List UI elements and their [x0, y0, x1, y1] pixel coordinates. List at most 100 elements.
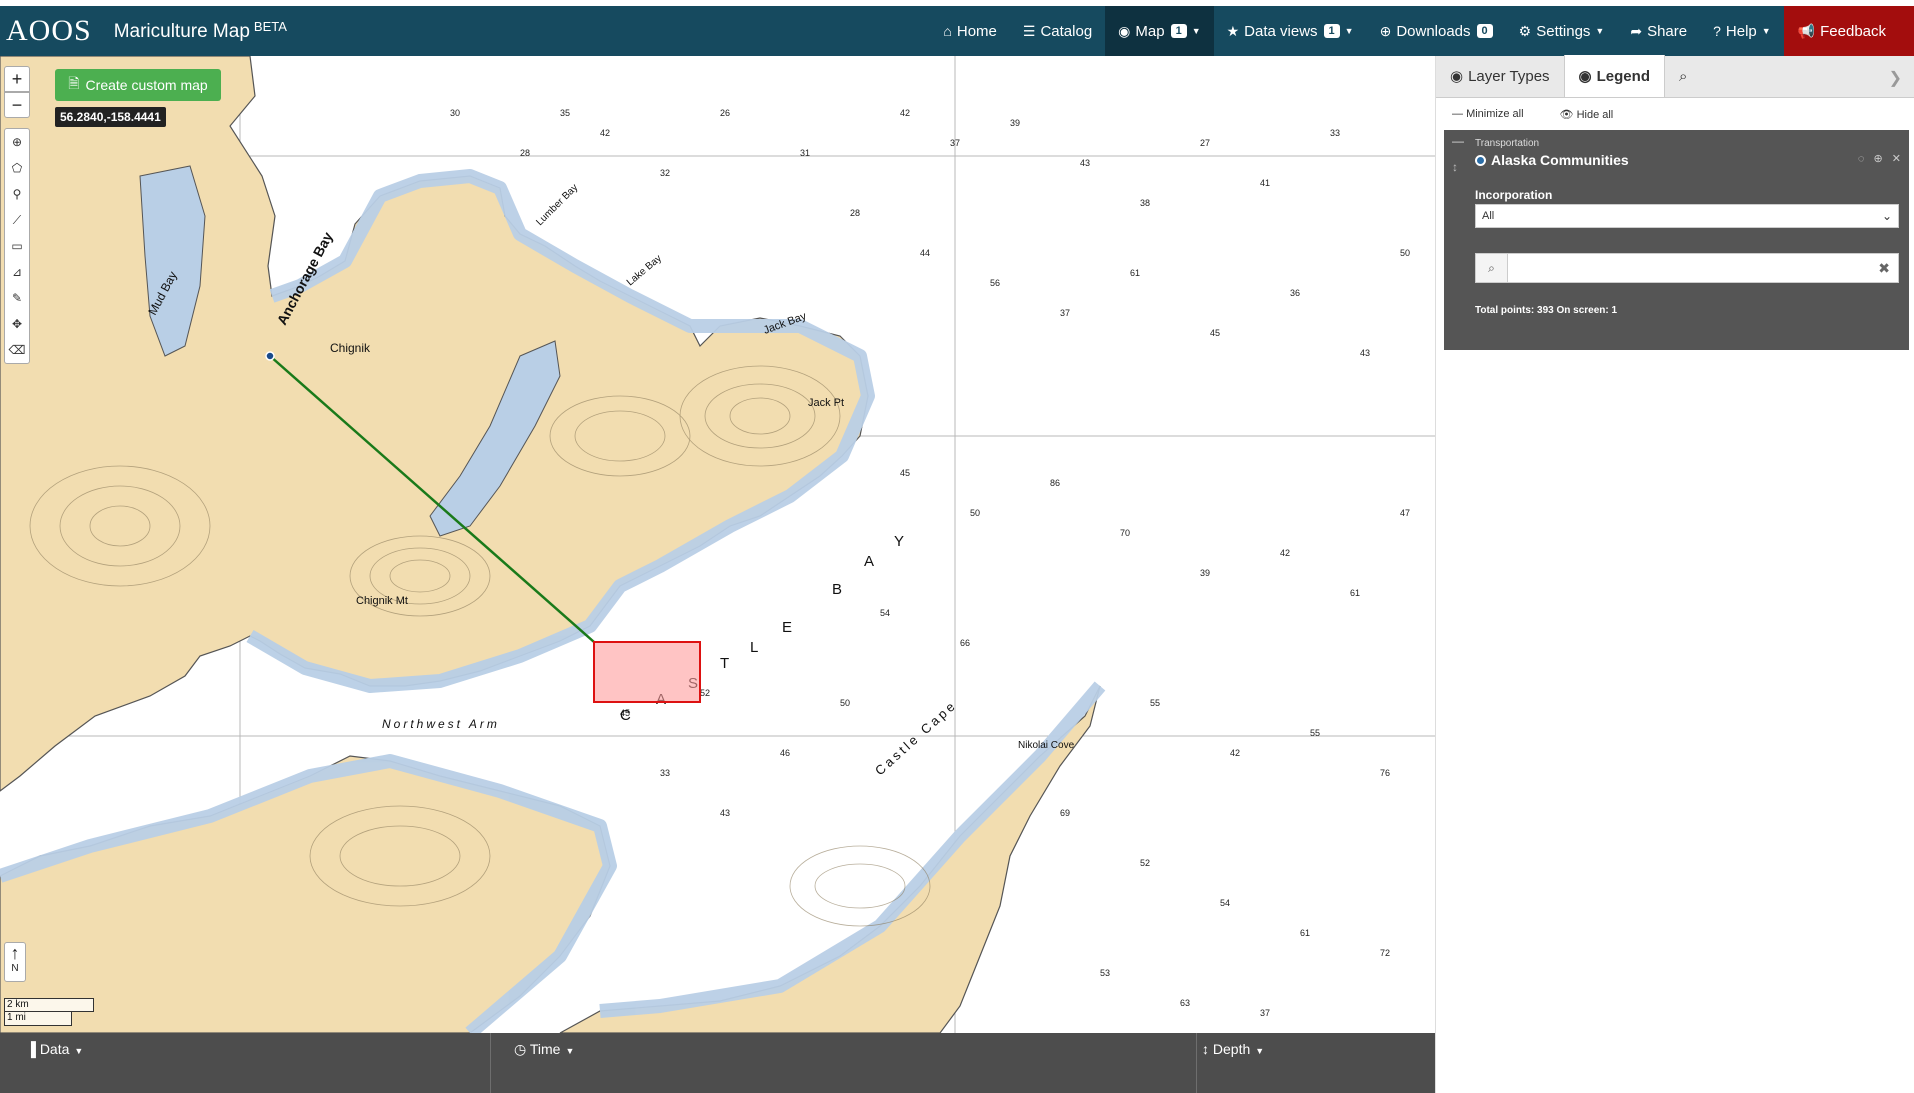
zoom-to-layer-icon[interactable]: ⊕ [1874, 153, 1883, 165]
svg-text:42: 42 [1280, 548, 1290, 558]
svg-text:45: 45 [900, 468, 910, 478]
depth-dropdown[interactable]: ↕ Depth ▼ [1202, 1041, 1264, 1057]
layer-search-input[interactable]: ⌕ ✖ [1475, 253, 1899, 283]
label-nikolai-cove: Nikolai Cove [1018, 740, 1075, 751]
create-custom-map-button[interactable]: 🗎 Create custom map [55, 69, 221, 101]
edit-icon[interactable]: ✎ [5, 285, 29, 311]
svg-text:35: 35 [560, 108, 570, 118]
depth-icon: ↕ [1202, 1041, 1209, 1057]
clear-icon[interactable]: ✖ [1878, 260, 1890, 277]
downloads-count-badge: 0 [1476, 24, 1493, 38]
search-icon: ⌕ [1678, 67, 1688, 85]
nav-help[interactable]: ? Help ▼ [1700, 6, 1784, 56]
zoom-out-button[interactable]: − [4, 92, 30, 118]
nav-data-views[interactable]: ★ Data views 1 ▼ [1214, 6, 1367, 56]
svg-text:54: 54 [1220, 898, 1230, 908]
divider [1196, 1033, 1197, 1093]
polyline-icon[interactable]: ⟋ [5, 207, 29, 233]
globe-icon: ◉ [1450, 68, 1464, 85]
svg-text:52: 52 [1140, 858, 1150, 868]
scale-mi: 1 mi [4, 1012, 72, 1026]
marker-icon[interactable]: ⚲ [5, 181, 29, 207]
svg-text:37: 37 [1260, 1008, 1270, 1018]
gear-icon: ⚙ [1518, 22, 1532, 39]
measure-icon[interactable]: ⊿ [5, 259, 29, 285]
nav-menu: ⌂ Home ☰ Catalog ◉ Map 1 ▼ ★ Data views 1 ▼ ⊕ Dow… [930, 6, 1914, 56]
nav-catalog[interactable]: ☰ Catalog [1010, 6, 1105, 56]
svg-text:39: 39 [1200, 568, 1210, 578]
drag-handle-icon[interactable]: ↕ [1452, 160, 1458, 174]
label-castle-bay-e: E [782, 619, 792, 636]
minimize-all-button[interactable]: — Minimize all [1452, 108, 1542, 120]
time-dropdown[interactable]: ◷ Time ▼ [514, 1041, 574, 1058]
label-castle-bay-t: T [720, 655, 729, 672]
nav-map[interactable]: ◉ Map 1 ▼ [1105, 6, 1214, 56]
svg-text:36: 36 [1290, 288, 1300, 298]
nav-share[interactable]: ➦ Share [1617, 6, 1700, 56]
bar-chart-icon: ▐ [26, 1041, 36, 1057]
tab-legend[interactable]: ◉ Legend [1563, 55, 1665, 97]
nav-settings[interactable]: ⚙ Settings ▼ [1506, 6, 1618, 56]
svg-text:45: 45 [1210, 328, 1220, 338]
svg-text:39: 39 [1010, 118, 1020, 128]
close-icon[interactable]: ✕ [1892, 153, 1901, 165]
north-arrow-icon: ↑ [10, 943, 20, 963]
svg-text:33: 33 [1330, 128, 1340, 138]
rectangle-icon[interactable]: ▭ [5, 233, 29, 259]
north-arrow[interactable]: ↑ N [4, 942, 26, 982]
home-icon: ⌂ [943, 23, 952, 39]
help-icon: ? [1713, 23, 1721, 39]
land-castle-cape [559, 685, 1101, 1033]
legend-tools: — Minimize all 👁 Hide all [1436, 98, 1914, 130]
points-total: Total points: 393 On screen: 1 [1475, 305, 1618, 316]
brand[interactable]: AOOS Mariculture Map BETA [0, 6, 287, 56]
zoom-box-icon[interactable]: ⊕ [5, 129, 29, 155]
svg-text:33: 33 [660, 768, 670, 778]
map-count-badge: 1 [1170, 24, 1187, 38]
label-lumber-bay: Lumber Bay [534, 182, 580, 228]
chevron-right-icon[interactable]: ❯ [1889, 68, 1902, 88]
minimize-layer-icon[interactable]: — [1452, 134, 1464, 148]
right-sidebar: ◉ Layer Types ◉ Legend ⌕ ❯ — Minimize all … [1435, 55, 1914, 1093]
svg-text:43: 43 [1360, 348, 1370, 358]
svg-text:55: 55 [1310, 728, 1320, 738]
svg-text:28: 28 [520, 148, 530, 158]
nav-feedback[interactable]: 📢 Feedback [1783, 6, 1914, 56]
incorporation-select[interactable]: All ⌄ [1475, 204, 1899, 228]
svg-text:66: 66 [960, 638, 970, 648]
selection-box[interactable] [593, 641, 701, 703]
polygon-draw-icon[interactable]: ⬠ [5, 155, 29, 181]
svg-text:37: 37 [950, 138, 960, 148]
label-northwest-arm: Northwest Arm [382, 717, 500, 731]
community-marker[interactable] [265, 351, 275, 361]
share-icon: ➦ [1630, 22, 1643, 39]
svg-text:43: 43 [1080, 158, 1090, 168]
visibility-icon[interactable]: ◌ [1858, 153, 1865, 165]
data-dropdown[interactable]: ▐ Data ▼ [26, 1041, 83, 1057]
svg-text:55: 55 [1150, 698, 1160, 708]
nautical-chart[interactable]: 42 37 39 43 38 27 41 33 44 56 37 61 45 36 43 50 45 50… [0, 56, 1435, 1033]
chevron-down-icon: ▼ [74, 1046, 84, 1056]
label-castle-bay-a2: A [864, 553, 874, 570]
app-title: Mariculture Map BETA [113, 19, 287, 42]
zoom-in-button[interactable]: + [4, 66, 30, 92]
svg-text:63: 63 [1180, 998, 1190, 1008]
aoos-logo[interactable]: AOOS [6, 14, 92, 48]
eraser-icon[interactable]: ⌫ [5, 337, 29, 363]
nav-home[interactable]: ⌂ Home [930, 6, 1009, 56]
svg-text:46: 46 [780, 748, 790, 758]
nav-downloads[interactable]: ⊕ Downloads 0 [1367, 6, 1506, 56]
tab-layer-types[interactable]: ◉ Layer Types [1436, 55, 1564, 97]
svg-text:76: 76 [1380, 768, 1390, 778]
move-icon[interactable]: ✥ [5, 311, 29, 337]
hide-all-button[interactable]: 👁 Hide all [1560, 108, 1632, 121]
map-canvas[interactable]: 42 37 39 43 38 27 41 33 44 56 37 61 45 36 43 50 45 50… [0, 56, 1435, 1033]
layer-name[interactable]: Alaska Communities [1475, 152, 1629, 168]
svg-text:72: 72 [1380, 948, 1390, 958]
chevron-down-icon: ▼ [1191, 26, 1201, 36]
tab-search[interactable]: ⌕ [1665, 55, 1701, 97]
svg-text:32: 32 [660, 168, 670, 178]
scale-km: 2 km [4, 998, 94, 1012]
chevron-down-icon: ▼ [565, 1046, 575, 1056]
coordinate-readout: 56.2840,-158.4441 [55, 107, 166, 127]
